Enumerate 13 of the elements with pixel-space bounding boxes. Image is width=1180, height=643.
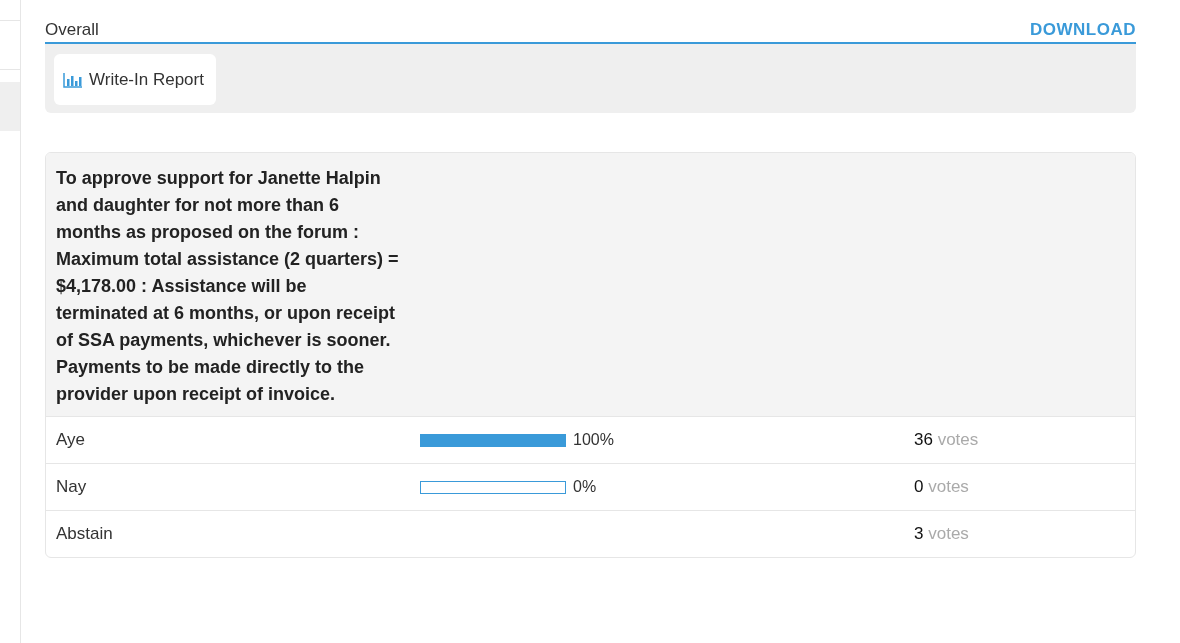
vote-count: 0 votes [914, 477, 970, 497]
percent-text: 100% [573, 431, 614, 449]
sidebar-item[interactable] [0, 82, 20, 131]
percent-text: 0% [573, 478, 597, 496]
write-in-report-button[interactable]: Write-In Report [54, 54, 216, 105]
option-label: Aye [56, 430, 86, 450]
question-text: To approve support for Janette Halpin and daughter for not more than 6 months as proposed on the forum : Maximum total assistance (2 quarters) = $4,178.00 : Assistance will be terminated at 6 months, or upon receipt of SSA payments, whichever is sooner. Payments to be made directly to the provider upon receipt of invoice. [56, 167, 400, 406]
vote-count: 36 votes [914, 430, 980, 450]
bar-chart-icon [63, 71, 83, 88]
vote-count: 3 votes [914, 524, 970, 544]
option-label: Abstain [56, 524, 114, 544]
section-title: Overall [45, 20, 99, 40]
option-label: Nay [56, 477, 88, 497]
